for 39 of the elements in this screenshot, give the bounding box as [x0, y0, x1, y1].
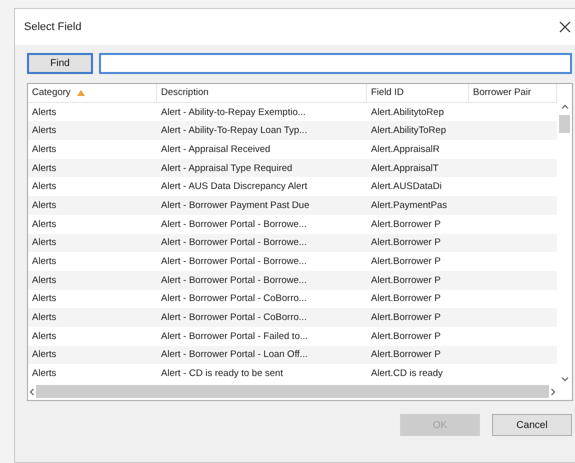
window-title: Select Field [24, 21, 82, 33]
table-cell: Alerts [28, 121, 157, 140]
table-cell: Alerts [28, 346, 157, 364]
table-cell: Alert - Borrower Portal - Borrowe... [157, 270, 367, 290]
table-cell: Alert - Ability-To-Repay Loan Typ... [157, 121, 367, 140]
table-cell: Alert - Ability-to-Repay Exemptio... [157, 102, 367, 122]
table-cell: Alert - Borrower Portal - CoBorro... [157, 308, 367, 327]
table-cell: Alert.AbilityToRep [367, 121, 469, 140]
table-cell: Alert.Borrower P [367, 234, 469, 252]
table-cell: Alerts [28, 158, 157, 178]
table-cell: Alert - Borrower Portal - CoBorro... [157, 290, 367, 308]
table-cell: Alert.AbilitytoRep [367, 102, 469, 122]
scroll-down-icon[interactable] [560, 375, 568, 383]
close-icon [559, 21, 571, 33]
table-cell: Alerts [28, 270, 157, 290]
scroll-up-icon[interactable] [560, 103, 568, 111]
table-cell: Alert.Borrower P [367, 270, 469, 290]
table-cell: Alert.AppraisalT [367, 158, 469, 178]
table-cell: Alerts [28, 290, 157, 308]
table-cell: Alerts [28, 234, 157, 252]
scroll-right-icon[interactable] [549, 388, 557, 396]
table-cell: Alerts [28, 196, 157, 215]
table-cell: Alerts [28, 308, 157, 327]
table-cell: Alert.Borrower P [367, 308, 469, 327]
table-cell: Alerts [28, 102, 157, 122]
table-cell: Alert - Borrower Payment Past Due [157, 196, 367, 215]
scrollbar-thumb[interactable] [36, 385, 549, 398]
search-field[interactable] [99, 53, 572, 74]
find-button[interactable]: Find [27, 53, 93, 74]
table-cell: Alert.PaymentPas [367, 196, 469, 215]
scrollbar-thumb[interactable] [559, 115, 570, 133]
table-cell: Alert - Appraisal Type Required [157, 158, 367, 178]
scroll-left-icon[interactable] [28, 388, 36, 396]
table-cell: Alert.Borrower P [367, 290, 469, 308]
table-cell: Alert - Borrower Portal - Loan Off... [157, 346, 367, 364]
table-cell: Alert - Borrower Portal - Borrowe... [157, 234, 367, 252]
cancel-button[interactable]: Cancel [492, 414, 572, 436]
horizontal-scrollbar[interactable] [28, 383, 557, 400]
table-cell: Alert.Borrower P [367, 346, 469, 364]
